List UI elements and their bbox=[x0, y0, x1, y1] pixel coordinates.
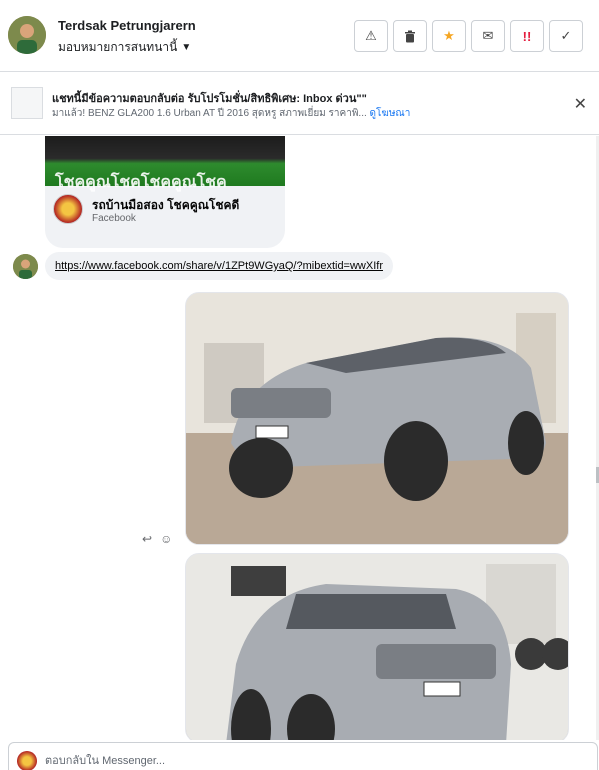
contact-name[interactable]: Terdsak Petrungjarern bbox=[58, 18, 196, 33]
assign-conversation-dropdown[interactable]: มอบหมายการสนทนานี้ ▼ bbox=[58, 38, 191, 57]
check-icon: ✓ bbox=[560, 28, 572, 43]
chevron-down-icon: ▼ bbox=[181, 42, 192, 53]
warning-icon: ⚠ bbox=[365, 28, 377, 43]
follow-up-button[interactable]: !! bbox=[510, 20, 544, 52]
shared-post-image: โชคคูณโชคโชคคูณโชค bbox=[45, 136, 285, 191]
shared-post-source: Facebook bbox=[92, 213, 136, 224]
close-icon[interactable]: ✕ bbox=[574, 94, 587, 114]
ad-thumbnail bbox=[11, 87, 43, 119]
assign-label: มอบหมายการสนทนานี้ bbox=[58, 40, 178, 54]
message-photo[interactable] bbox=[185, 553, 569, 740]
header-actions: ⚠ ★ ✉ !! ✓ bbox=[354, 20, 583, 52]
urgent-icon: !! bbox=[522, 28, 532, 44]
star-icon: ★ bbox=[443, 28, 455, 43]
conversation-header: Terdsak Petrungjarern มอบหมายการสนทนานี้… bbox=[0, 0, 599, 72]
shared-post-image-text: โชคคูณโชคโชคคูณโชค bbox=[55, 174, 227, 191]
ad-title: แชทนี้มีข้อความตอบกลับต่อ รับโปรโมชั่น/ส… bbox=[52, 93, 367, 105]
react-icon[interactable]: ☺ bbox=[160, 532, 172, 546]
ad-subtitle: มาแล้ว! BENZ GLA200 1.6 Urban AT ปี 2016… bbox=[52, 106, 410, 121]
mark-unread-button[interactable]: ✉ bbox=[471, 20, 505, 52]
message-bubble[interactable]: https://www.facebook.com/share/v/1ZPt9WG… bbox=[45, 252, 393, 280]
suv-photo-illustration bbox=[186, 293, 568, 544]
sender-avatar bbox=[13, 254, 38, 279]
reply-icon[interactable]: ↩ bbox=[142, 532, 152, 546]
message-link[interactable]: https://www.facebook.com/share/v/1ZPt9WG… bbox=[55, 260, 383, 272]
ad-context-banner: แชทนี้มีข้อความตอบกลับต่อ รับโปรโมชั่น/ส… bbox=[0, 72, 599, 135]
shared-post-card[interactable]: โชคคูณโชคโชคคูณโชค รถบ้านมือสอง โชคคูณโช… bbox=[45, 136, 285, 248]
delete-button[interactable] bbox=[393, 20, 427, 52]
message-photo[interactable] bbox=[185, 292, 569, 545]
trash-icon bbox=[405, 30, 415, 42]
message-thread[interactable]: โชคคูณโชคโชคคูณโชค รถบ้านมือสอง โชคคูณโช… bbox=[0, 136, 599, 740]
page-logo bbox=[53, 194, 83, 224]
contact-avatar[interactable] bbox=[8, 16, 46, 54]
mark-done-button[interactable]: ✓ bbox=[549, 20, 583, 52]
reply-composer[interactable] bbox=[8, 742, 598, 770]
reply-input[interactable] bbox=[45, 751, 445, 770]
ad-description: มาแล้ว! BENZ GLA200 1.6 Urban AT ปี 2016… bbox=[52, 108, 367, 119]
star-button[interactable]: ★ bbox=[432, 20, 466, 52]
spam-button[interactable]: ⚠ bbox=[354, 20, 388, 52]
suv-photo-illustration bbox=[186, 554, 568, 740]
mail-icon: ✉ bbox=[482, 28, 494, 43]
page-avatar bbox=[17, 751, 37, 770]
view-ad-link[interactable]: ดูโฆษณา bbox=[370, 108, 411, 119]
message-tools: ↩ ☺ bbox=[142, 532, 172, 546]
